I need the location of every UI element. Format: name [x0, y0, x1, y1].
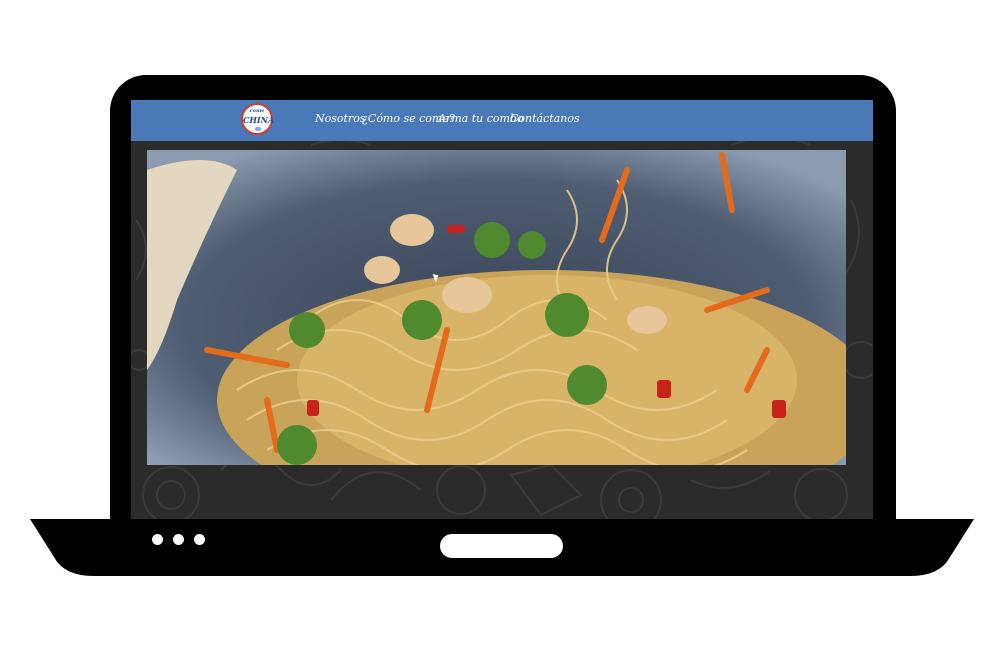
logo-main-text: CHINA — [243, 115, 275, 125]
indicator-light-icon — [152, 534, 163, 545]
indicator-light-icon — [194, 534, 205, 545]
site-navbar: come CHINA Nosotros ¿Cómo se come? Arma … — [131, 100, 873, 141]
trackpad — [440, 534, 563, 558]
hero-video[interactable] — [147, 150, 846, 465]
noodles-wok-image — [147, 150, 846, 465]
brand-logo[interactable]: come CHINA — [241, 103, 275, 135]
nav-item-nosotros[interactable]: Nosotros — [315, 112, 365, 125]
logo-small-text: come — [249, 108, 265, 114]
logo-bowl-icon — [255, 127, 261, 131]
nav-item-contactanos[interactable]: Contáctanos — [510, 112, 580, 125]
indicator-light-icon — [173, 534, 184, 545]
laptop-screen: come CHINA Nosotros ¿Cómo se come? Arma … — [131, 100, 873, 522]
